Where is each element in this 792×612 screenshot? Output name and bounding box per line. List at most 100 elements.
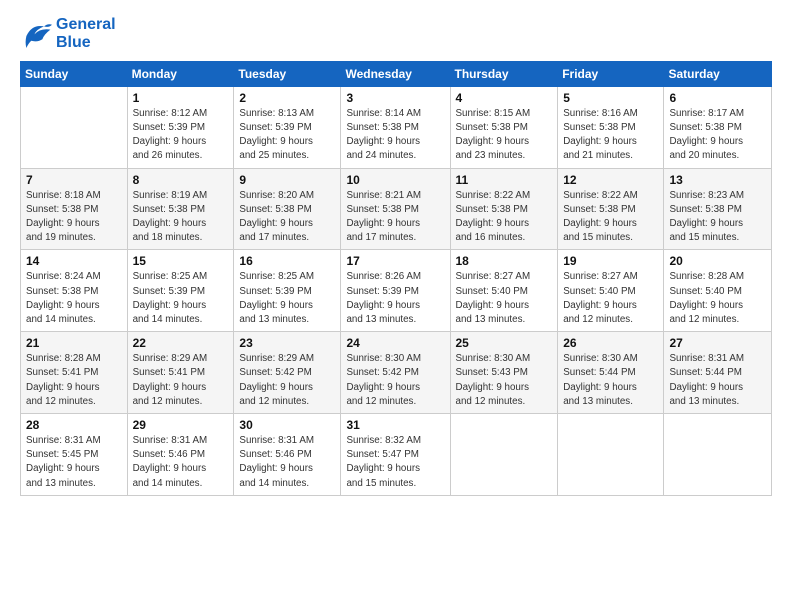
day-number: 18 [456,254,553,268]
day-number: 20 [669,254,766,268]
weekday-header-monday: Monday [127,61,234,86]
day-number: 28 [26,418,122,432]
logo-bird-icon [20,20,52,48]
day-number: 12 [563,173,658,187]
day-info: Sunrise: 8:24 AMSunset: 5:38 PMDaylight:… [26,270,122,327]
calendar-cell: 9 Sunrise: 8:20 AMSunset: 5:38 PMDaylight… [234,168,341,250]
calendar-cell: 26 Sunrise: 8:30 AMSunset: 5:44 PMDayligh… [558,332,664,414]
day-number: 9 [239,173,335,187]
day-info: Sunrise: 8:32 AMSunset: 5:47 PMDaylight:… [346,434,444,491]
calendar-cell: 30 Sunrise: 8:31 AMSunset: 5:46 PMDayligh… [234,414,341,496]
calendar-cell: 19 Sunrise: 8:27 AMSunset: 5:40 PMDayligh… [558,250,664,332]
calendar-cell: 28 Sunrise: 8:31 AMSunset: 5:45 PMDayligh… [21,414,128,496]
calendar-week-row: 28 Sunrise: 8:31 AMSunset: 5:45 PMDayligh… [21,414,772,496]
day-number: 17 [346,254,444,268]
day-info: Sunrise: 8:27 AMSunset: 5:40 PMDaylight:… [456,270,553,327]
day-number: 4 [456,91,553,105]
day-number: 7 [26,173,122,187]
weekday-header-sunday: Sunday [21,61,128,86]
calendar-week-row: 21 Sunrise: 8:28 AMSunset: 5:41 PMDayligh… [21,332,772,414]
day-info: Sunrise: 8:27 AMSunset: 5:40 PMDaylight:… [563,270,658,327]
calendar-table: SundayMondayTuesdayWednesdayThursdayFrid… [20,61,772,496]
day-info: Sunrise: 8:25 AMSunset: 5:39 PMDaylight:… [133,270,229,327]
calendar-cell: 3Sunrise: 8:14 AMSunset: 5:38 PMDaylight… [341,86,450,168]
logo-text: General Blue [56,16,116,53]
day-info: Sunrise: 8:30 AMSunset: 5:42 PMDaylight:… [346,352,444,409]
day-info: Sunrise: 8:22 AMSunset: 5:38 PMDaylight:… [456,189,553,246]
day-info: Sunrise: 8:31 AMSunset: 5:46 PMDaylight:… [133,434,229,491]
page-container: General Blue SundayMondayTuesdayWednesda… [0,0,792,506]
day-info: Sunrise: 8:28 AMSunset: 5:41 PMDaylight:… [26,352,122,409]
day-number: 15 [133,254,229,268]
day-number: 11 [456,173,553,187]
calendar-cell: 22 Sunrise: 8:29 AMSunset: 5:41 PMDayligh… [127,332,234,414]
day-info: Sunrise: 8:21 AMSunset: 5:38 PMDaylight:… [346,189,444,246]
day-number: 30 [239,418,335,432]
day-number: 6 [669,91,766,105]
day-info: Sunrise: 8:20 AMSunset: 5:38 PMDaylight:… [239,189,335,246]
day-info: Sunrise: 8:29 AMSunset: 5:41 PMDaylight:… [133,352,229,409]
calendar-week-row: 1Sunrise: 8:12 AMSunset: 5:39 PMDaylight… [21,86,772,168]
day-number: 8 [133,173,229,187]
day-info: Sunrise: 8:14 AMSunset: 5:38 PMDaylight:… [346,107,444,164]
calendar-cell: 13Sunrise: 8:23 AMSunset: 5:38 PMDayligh… [664,168,772,250]
calendar-cell: 17 Sunrise: 8:26 AMSunset: 5:39 PMDayligh… [341,250,450,332]
day-info: Sunrise: 8:31 AMSunset: 5:46 PMDaylight:… [239,434,335,491]
calendar-cell: 6 Sunrise: 8:17 AMSunset: 5:38 PMDaylight… [664,86,772,168]
calendar-cell: 14 Sunrise: 8:24 AMSunset: 5:38 PMDayligh… [21,250,128,332]
day-info: Sunrise: 8:19 AMSunset: 5:38 PMDaylight:… [133,189,229,246]
calendar-cell: 31 Sunrise: 8:32 AMSunset: 5:47 PMDayligh… [341,414,450,496]
day-number: 29 [133,418,229,432]
calendar-cell: 29 Sunrise: 8:31 AMSunset: 5:46 PMDayligh… [127,414,234,496]
weekday-header-tuesday: Tuesday [234,61,341,86]
calendar-cell [664,414,772,496]
calendar-cell: 12 Sunrise: 8:22 AMSunset: 5:38 PMDayligh… [558,168,664,250]
weekday-header-row: SundayMondayTuesdayWednesdayThursdayFrid… [21,61,772,86]
day-number: 27 [669,336,766,350]
calendar-cell: 27 Sunrise: 8:31 AMSunset: 5:44 PMDayligh… [664,332,772,414]
day-info: Sunrise: 8:30 AMSunset: 5:43 PMDaylight:… [456,352,553,409]
calendar-week-row: 14 Sunrise: 8:24 AMSunset: 5:38 PMDayligh… [21,250,772,332]
day-number: 22 [133,336,229,350]
calendar-cell: 2Sunrise: 8:13 AMSunset: 5:39 PMDaylight… [234,86,341,168]
day-number: 24 [346,336,444,350]
day-number: 1 [133,91,229,105]
day-info: Sunrise: 8:13 AMSunset: 5:39 PMDaylight:… [239,107,335,164]
day-number: 14 [26,254,122,268]
weekday-header-saturday: Saturday [664,61,772,86]
calendar-cell: 5Sunrise: 8:16 AMSunset: 5:38 PMDaylight… [558,86,664,168]
day-number: 19 [563,254,658,268]
day-info: Sunrise: 8:25 AMSunset: 5:39 PMDaylight:… [239,270,335,327]
calendar-cell: 21 Sunrise: 8:28 AMSunset: 5:41 PMDayligh… [21,332,128,414]
weekday-header-wednesday: Wednesday [341,61,450,86]
calendar-cell: 11 Sunrise: 8:22 AMSunset: 5:38 PMDayligh… [450,168,558,250]
day-info: Sunrise: 8:31 AMSunset: 5:45 PMDaylight:… [26,434,122,491]
day-info: Sunrise: 8:26 AMSunset: 5:39 PMDaylight:… [346,270,444,327]
calendar-cell [558,414,664,496]
day-info: Sunrise: 8:22 AMSunset: 5:38 PMDaylight:… [563,189,658,246]
day-info: Sunrise: 8:28 AMSunset: 5:40 PMDaylight:… [669,270,766,327]
day-info: Sunrise: 8:18 AMSunset: 5:38 PMDaylight:… [26,189,122,246]
calendar-week-row: 7 Sunrise: 8:18 AMSunset: 5:38 PMDaylight… [21,168,772,250]
weekday-header-friday: Friday [558,61,664,86]
day-info: Sunrise: 8:16 AMSunset: 5:38 PMDaylight:… [563,107,658,164]
day-info: Sunrise: 8:30 AMSunset: 5:44 PMDaylight:… [563,352,658,409]
calendar-cell: 15 Sunrise: 8:25 AMSunset: 5:39 PMDayligh… [127,250,234,332]
day-info: Sunrise: 8:17 AMSunset: 5:38 PMDaylight:… [669,107,766,164]
day-number: 31 [346,418,444,432]
day-number: 25 [456,336,553,350]
weekday-header-thursday: Thursday [450,61,558,86]
header: General Blue [20,16,772,53]
day-info: Sunrise: 8:31 AMSunset: 5:44 PMDaylight:… [669,352,766,409]
calendar-cell: 1Sunrise: 8:12 AMSunset: 5:39 PMDaylight… [127,86,234,168]
day-number: 16 [239,254,335,268]
calendar-cell [450,414,558,496]
day-number: 10 [346,173,444,187]
calendar-cell [21,86,128,168]
day-number: 26 [563,336,658,350]
calendar-cell: 4 Sunrise: 8:15 AMSunset: 5:38 PMDaylight… [450,86,558,168]
day-number: 21 [26,336,122,350]
day-info: Sunrise: 8:15 AMSunset: 5:38 PMDaylight:… [456,107,553,164]
day-info: Sunrise: 8:29 AMSunset: 5:42 PMDaylight:… [239,352,335,409]
calendar-cell: 7 Sunrise: 8:18 AMSunset: 5:38 PMDaylight… [21,168,128,250]
